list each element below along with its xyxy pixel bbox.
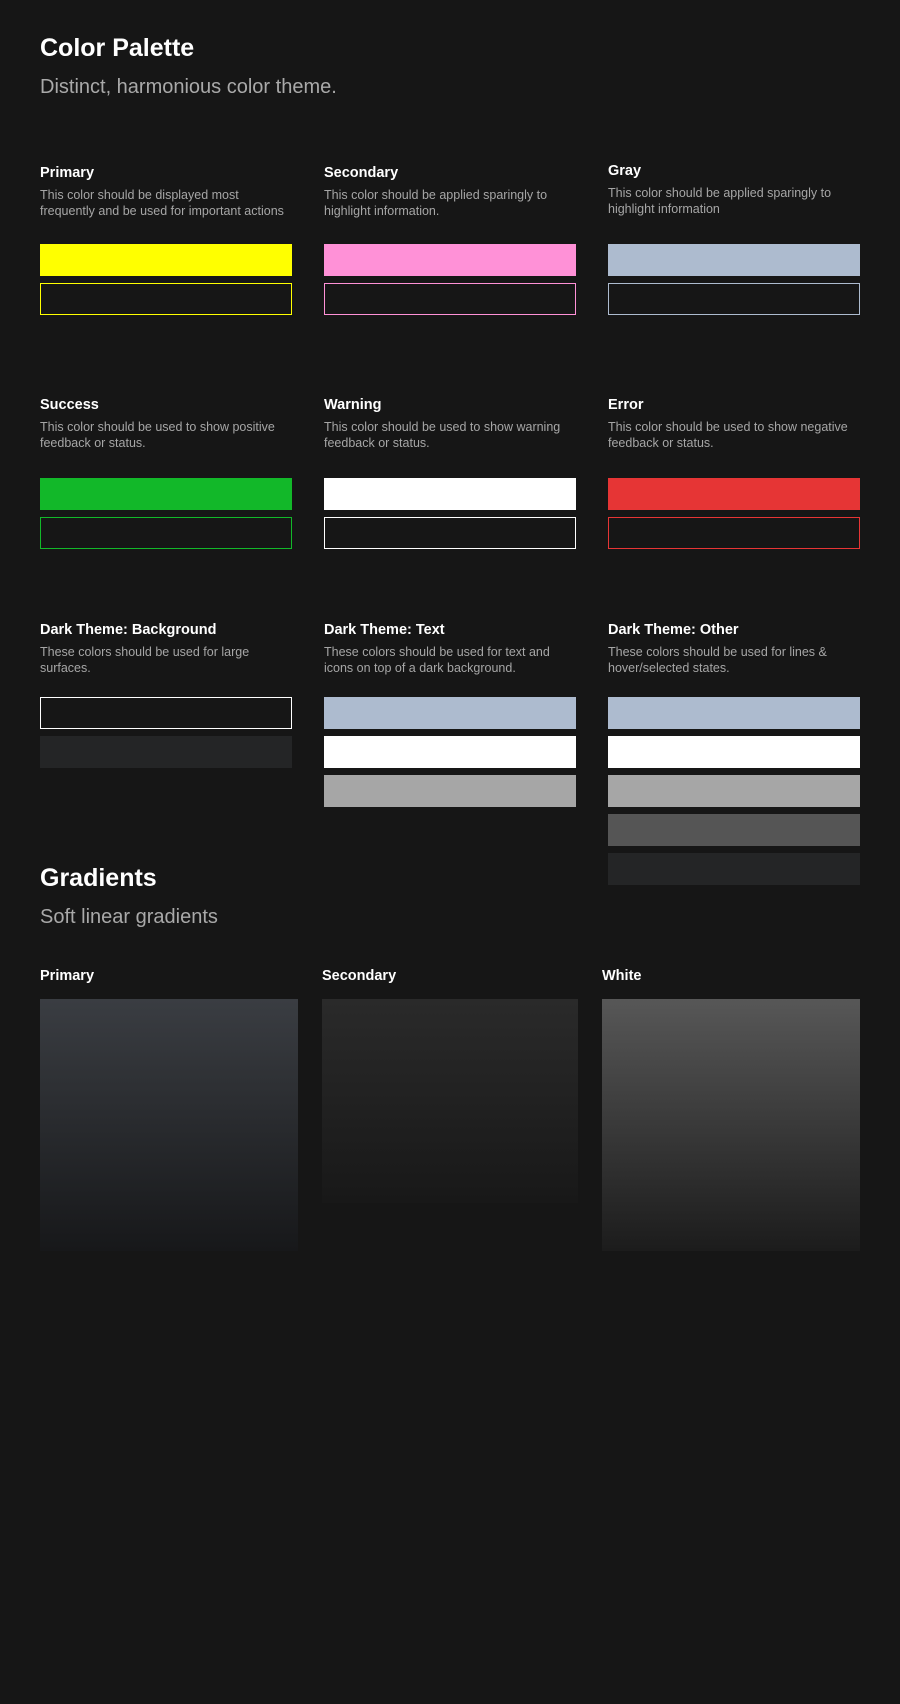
dark-other-swatch-5[interactable] <box>608 853 860 885</box>
gradient-primary-swatch[interactable] <box>40 999 298 1251</box>
card-error: Error This color should be used to show … <box>608 396 860 549</box>
error-outline-swatch[interactable] <box>608 517 860 549</box>
gradient-white-title: White <box>602 968 642 984</box>
card-title: Success <box>40 397 99 413</box>
card-success: Success This color should be used to sho… <box>40 396 292 549</box>
secondary-fill-swatch[interactable] <box>324 244 576 276</box>
gray-outline-swatch[interactable] <box>608 283 860 315</box>
card-description: This color should be used to show negati… <box>608 420 848 450</box>
dark-background-swatch-1[interactable] <box>40 697 292 729</box>
card-description: This color should be used to show positi… <box>40 420 275 450</box>
card-description: These colors should be used for lines & … <box>608 645 827 675</box>
gray-fill-swatch[interactable] <box>608 244 860 276</box>
card-gray: Gray This color should be applied sparin… <box>608 162 860 315</box>
dark-other-swatch-2[interactable] <box>608 736 860 768</box>
card-dark-background: Dark Theme: Background These colors shou… <box>40 621 292 768</box>
card-title: Dark Theme: Background <box>40 622 217 638</box>
card-dark-text: Dark Theme: Text These colors should be … <box>324 621 576 807</box>
page-subtitle: Distinct, harmonious color theme. <box>40 76 337 98</box>
card-title: Primary <box>40 165 95 181</box>
page-title: Color Palette <box>40 34 195 62</box>
warning-outline-swatch[interactable] <box>324 517 576 549</box>
warning-fill-swatch[interactable] <box>324 478 576 510</box>
card-title: Gray <box>608 163 642 179</box>
dark-text-swatch-2[interactable] <box>324 736 576 768</box>
gradient-secondary-title: Secondary <box>322 968 397 984</box>
card-description: This color should be applied sparingly t… <box>324 188 548 218</box>
gradient-white-swatch[interactable] <box>602 999 860 1251</box>
gradient-primary-title: Primary <box>40 968 95 984</box>
card-description: This color should be used to show warnin… <box>324 420 561 450</box>
card-description: These colors should be used for large su… <box>40 645 250 675</box>
dark-other-swatch-3[interactable] <box>608 775 860 807</box>
card-title: Dark Theme: Text <box>324 622 445 638</box>
card-title: Error <box>608 397 644 413</box>
card-description: This color should be applied sparingly t… <box>608 186 832 216</box>
error-fill-swatch[interactable] <box>608 478 860 510</box>
card-title: Warning <box>324 397 382 413</box>
card-description: This color should be displayed most freq… <box>40 188 284 218</box>
card-dark-other: Dark Theme: Other These colors should be… <box>608 621 860 885</box>
card-warning: Warning This color should be used to sho… <box>324 396 576 549</box>
dark-text-swatch-3[interactable] <box>324 775 576 807</box>
success-fill-swatch[interactable] <box>40 478 292 510</box>
dark-text-swatch-1[interactable] <box>324 697 576 729</box>
card-title: Secondary <box>324 165 399 181</box>
dark-background-swatch-2[interactable] <box>40 736 292 768</box>
card-description: These colors should be used for text and… <box>324 645 550 675</box>
dark-other-swatch-4[interactable] <box>608 814 860 846</box>
gradient-secondary-swatch[interactable] <box>322 999 578 1203</box>
success-outline-swatch[interactable] <box>40 517 292 549</box>
secondary-outline-swatch[interactable] <box>324 283 576 315</box>
gradients-title: Gradients <box>40 864 157 892</box>
gradients-subtitle: Soft linear gradients <box>40 906 218 928</box>
dark-other-swatch-1[interactable] <box>608 697 860 729</box>
primary-fill-swatch[interactable] <box>40 244 292 276</box>
card-title: Dark Theme: Other <box>608 622 739 638</box>
card-primary: Primary This color should be displayed m… <box>40 164 292 315</box>
primary-outline-swatch[interactable] <box>40 283 292 315</box>
card-secondary: Secondary This color should be applied s… <box>324 164 576 315</box>
